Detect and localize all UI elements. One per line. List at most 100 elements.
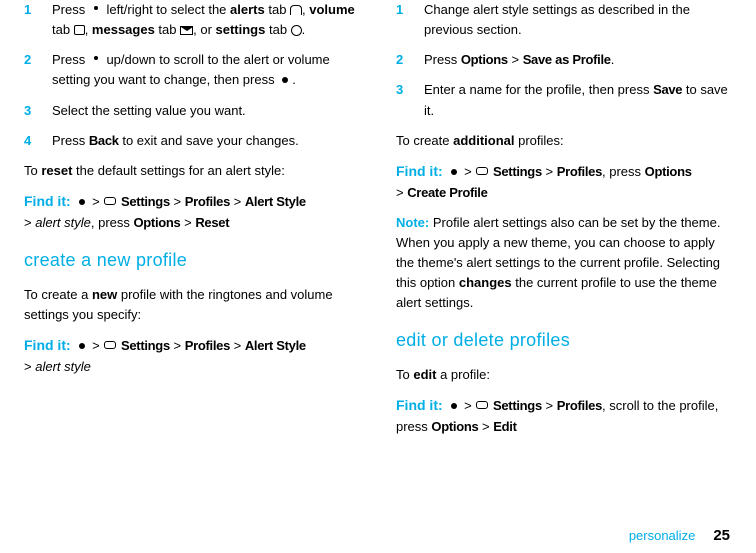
step-text: Press Options > Save as Profile. — [424, 50, 732, 70]
t: a profile: — [436, 367, 489, 382]
center-key-icon — [447, 167, 461, 177]
t: edit — [413, 367, 436, 382]
step-text: Enter a name for the profile, then press… — [424, 80, 732, 120]
nav-icon — [89, 3, 103, 15]
t: Profiles — [557, 164, 602, 179]
t: tab — [52, 22, 74, 37]
alerts-label: alerts — [230, 2, 265, 17]
t: > — [508, 52, 523, 67]
t: , press — [602, 164, 645, 179]
messages-tab-icon — [180, 26, 193, 35]
find-it-label: Find it: — [396, 163, 447, 179]
t: Create Profile — [407, 185, 487, 200]
center-key-icon — [75, 341, 89, 351]
t: To — [396, 367, 413, 382]
t: left/right to select the — [103, 2, 230, 17]
additional-intro: To create additional profiles: — [396, 131, 732, 151]
settings-label: settings — [216, 22, 266, 37]
t: . — [302, 22, 306, 37]
edit-intro: To edit a profile: — [396, 365, 732, 385]
t: To — [24, 163, 41, 178]
find-it-edit: Find it: > Settings > Profiles, scroll t… — [396, 395, 732, 437]
t: Alert Style — [245, 194, 306, 209]
t: > — [170, 338, 185, 353]
step-text: Change alert style settings as described… — [424, 0, 732, 40]
t: Options — [461, 52, 508, 67]
t: the default settings for an alert style: — [72, 163, 284, 178]
center-key-icon — [447, 401, 461, 411]
step-3: 3 Enter a name for the profile, then pre… — [396, 80, 732, 120]
t: Settings — [493, 164, 542, 179]
find-it-new: Find it: > Settings > Profiles > Alert S… — [24, 335, 360, 377]
step-4: 4 Press Back to exit and save your chang… — [24, 131, 360, 151]
page-footer: personalize 25 — [629, 524, 730, 547]
left-column: 1 Press left/right to select the alerts … — [24, 0, 360, 447]
t: . — [611, 52, 615, 67]
t: > — [230, 338, 245, 353]
t: alert style — [35, 215, 91, 230]
t: new — [92, 287, 117, 302]
center-key-icon — [75, 197, 89, 207]
tools-icon — [475, 400, 489, 412]
section-label: personalize — [629, 528, 696, 543]
t: > — [542, 398, 557, 413]
t: To create — [396, 133, 453, 148]
find-it-label: Find it: — [24, 193, 75, 209]
t: Settings — [121, 194, 170, 209]
t: , — [85, 22, 92, 37]
page-number: 25 — [713, 527, 730, 544]
t: tab — [155, 22, 180, 37]
t: > — [478, 419, 493, 434]
volume-tab-icon — [74, 25, 85, 35]
alerts-tab-icon — [290, 5, 302, 15]
t: , press — [91, 215, 134, 230]
t: > — [89, 194, 104, 209]
t: tab — [265, 22, 290, 37]
t: Press — [52, 2, 89, 17]
t: Edit — [493, 419, 516, 434]
heading-create-profile: create a new profile — [24, 247, 360, 275]
tools-icon — [103, 196, 117, 208]
t: Options — [431, 419, 478, 434]
t: Options — [133, 215, 180, 230]
t: > — [170, 194, 185, 209]
step-2: 2 Press Options > Save as Profile. — [396, 50, 732, 70]
right-column: 1 Change alert style settings as describ… — [396, 0, 732, 447]
step-text: Press up/down to scroll to the alert or … — [52, 50, 360, 90]
t: Press — [52, 133, 89, 148]
step-number: 4 — [24, 131, 52, 151]
t: Alert Style — [245, 338, 306, 353]
step-2: 2 Press up/down to scroll to the alert o… — [24, 50, 360, 90]
find-it-reset: Find it: > Settings > Profiles > Alert S… — [24, 191, 360, 233]
find-it-label: Find it: — [24, 337, 75, 353]
t: > — [89, 338, 104, 353]
t: To create a — [24, 287, 92, 302]
t: Options — [645, 164, 692, 179]
volume-label: volume — [309, 2, 355, 17]
step-number: 1 — [24, 0, 52, 40]
step-number: 3 — [396, 80, 424, 120]
t: > — [542, 164, 557, 179]
t: > — [230, 194, 245, 209]
step-number: 3 — [24, 101, 52, 121]
step-number: 1 — [396, 0, 424, 40]
t: > — [181, 215, 196, 230]
step-text: Select the setting value you want. — [52, 101, 360, 121]
t: Enter a name for the profile, then press — [424, 82, 653, 97]
step-1: 1 Change alert style settings as describ… — [396, 0, 732, 40]
step-number: 2 — [396, 50, 424, 70]
t: Profiles — [185, 338, 230, 353]
center-key-icon — [278, 75, 292, 85]
tools-icon — [103, 340, 117, 352]
t: > — [461, 164, 476, 179]
t: changes — [459, 275, 512, 290]
t: Save as Profile — [523, 52, 611, 67]
note-paragraph: Note: Profile alert settings also can be… — [396, 213, 732, 314]
reset-intro: To reset the default settings for an ale… — [24, 161, 360, 181]
t: Settings — [493, 398, 542, 413]
find-it-label: Find it: — [396, 397, 447, 413]
step-3: 3 Select the setting value you want. — [24, 101, 360, 121]
step-1: 1 Press left/right to select the alerts … — [24, 0, 360, 40]
t: Save — [653, 82, 682, 97]
heading-edit-delete: edit or delete profiles — [396, 327, 732, 355]
